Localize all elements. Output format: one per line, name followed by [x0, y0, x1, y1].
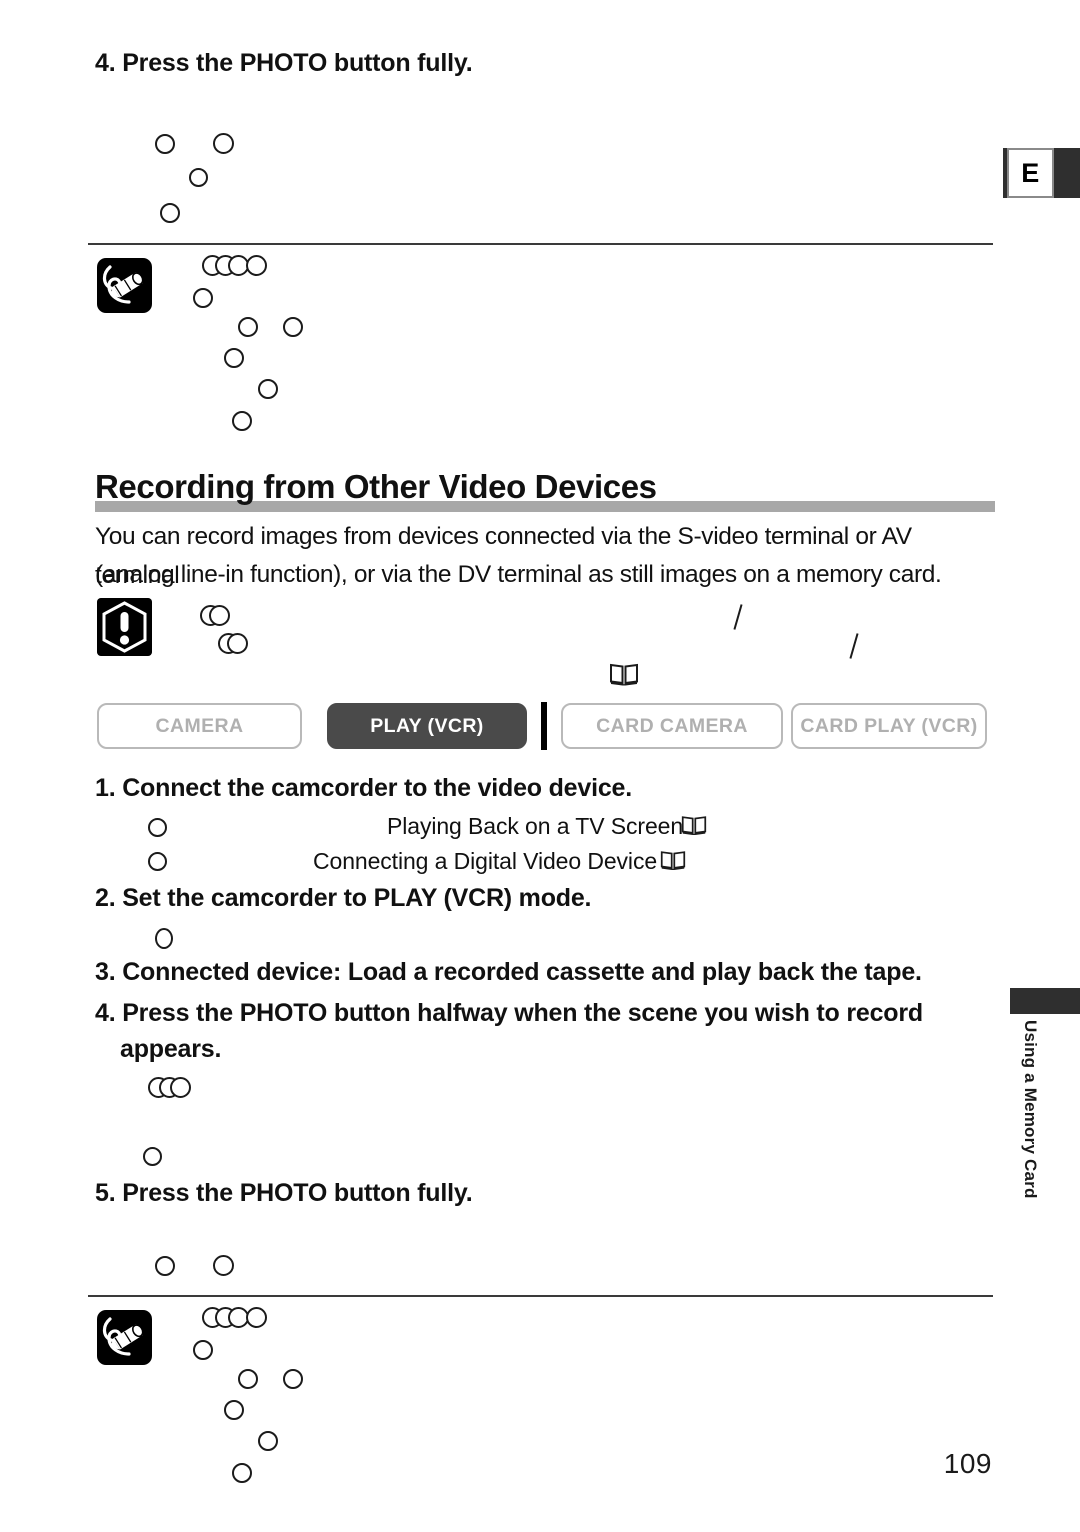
missing-glyph-circle: [148, 818, 167, 837]
missing-glyph-circle: [193, 288, 213, 308]
mode-group-divider: [541, 702, 547, 750]
step-heading-5: 5. Press the PHOTO button fully.: [95, 1179, 473, 1207]
missing-glyph-circle: [143, 1147, 162, 1166]
missing-glyph-circle: [189, 168, 208, 187]
missing-glyph-backslash: [849, 633, 859, 659]
section-tab-label: Using a Memory Card: [1021, 1020, 1040, 1199]
step-heading-4-continuation: appears.: [120, 1035, 222, 1063]
missing-glyph-circle: [238, 1369, 258, 1389]
pencil-note-icon: [97, 258, 152, 313]
missing-glyph-circle: [193, 1340, 213, 1360]
pencil-note-icon: [97, 1310, 152, 1365]
horizontal-rule: [88, 1295, 993, 1297]
missing-glyph-circle: [155, 928, 173, 949]
mode-button-camera[interactable]: CAMERA: [97, 703, 302, 749]
missing-glyph-circle: [160, 203, 180, 223]
book-reference-icon: [609, 662, 639, 691]
missing-glyph-circle: [213, 1255, 234, 1276]
missing-glyph-circle: [283, 317, 303, 337]
mode-button-card-camera[interactable]: CARD CAMERA: [561, 703, 783, 749]
missing-glyph-circle: [238, 317, 258, 337]
missing-glyph-circle: [232, 1463, 252, 1483]
missing-glyph-circle: [258, 379, 278, 399]
mode-button-play-vcr[interactable]: PLAY (VCR): [327, 703, 527, 749]
horizontal-rule: [88, 243, 993, 245]
step-heading-1: 1. Connect the camcorder to the video de…: [95, 774, 632, 802]
section-tab-marker: [1010, 988, 1080, 1014]
missing-glyph-circle: [258, 1431, 278, 1451]
book-reference-icon: [660, 849, 686, 876]
missing-glyph-circle: [232, 411, 252, 431]
missing-glyph-cluster: [148, 1077, 208, 1099]
missing-glyph-cluster: [200, 605, 240, 627]
section-title: Recording from Other Video Devices: [95, 468, 657, 505]
page-number: 109: [943, 1448, 992, 1479]
section-title-block: Recording from Other Video Devices: [95, 468, 995, 512]
missing-glyph-circle: [213, 133, 234, 154]
missing-glyph-circle: [148, 852, 167, 871]
missing-glyph-circle: [155, 1256, 175, 1276]
warning-exclamation-icon: [97, 598, 152, 656]
missing-glyph-backslash: [733, 604, 743, 630]
step-heading-3: 3. Connected device: Load a recorded cas…: [95, 958, 922, 986]
missing-glyph-cluster: [202, 1307, 292, 1329]
missing-glyph-circle: [283, 1369, 303, 1389]
book-reference-icon: [681, 814, 707, 841]
step-heading-2: 2. Set the camcorder to PLAY (VCR) mode.: [95, 884, 592, 912]
missing-glyph-cluster: [202, 255, 292, 277]
missing-glyph-cluster: [218, 633, 258, 655]
missing-glyph-circle: [155, 134, 175, 154]
mode-button-row: CAMERA PLAY (VCR) CARD CAMERA CARD PLAY …: [97, 702, 987, 750]
missing-glyph-circle: [224, 348, 244, 368]
cross-reference-connecting-dv-device: Connecting a Digital Video Device: [313, 848, 658, 874]
cross-reference-playing-back-tv: Playing Back on a TV Screen: [387, 813, 684, 839]
section-intro-line-2: (analog line-in function), or via the DV…: [95, 561, 942, 588]
step-heading-4: 4. Press the PHOTO button halfway when t…: [95, 999, 923, 1027]
manual-page: E 4. Press the PHOTO button fully. Recor…: [0, 0, 1080, 1532]
missing-glyph-circle: [224, 1400, 244, 1420]
language-tab-letter: E: [1007, 148, 1054, 198]
step-heading-photo-fully-top: 4. Press the PHOTO button fully.: [95, 49, 473, 77]
mode-button-card-play-vcr[interactable]: CARD PLAY (VCR): [791, 703, 987, 749]
